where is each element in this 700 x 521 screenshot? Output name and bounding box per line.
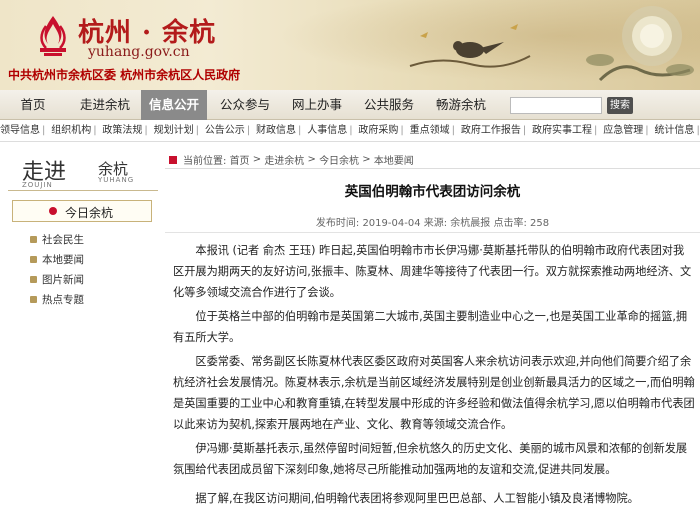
subnav-separator: | (522, 125, 527, 136)
article-paragraph: 本报讯 (记者 俞杰 王珏) 昨日起,英国伯明翰市市长伊冯娜·莫斯基托带队的伯明… (173, 244, 692, 299)
article-area: 当前位置: 首页 > 走进余杭 > 今日余杭 > 本地要闻 英国伯明翰市代表团访… (165, 148, 700, 521)
subnav-separator: | (349, 125, 353, 136)
sidebar-item-photo-news[interactable]: 图片新闻 (30, 270, 84, 290)
breadcrumb-separator: > (304, 154, 320, 165)
sidebar-title-en: ZOUJIN (22, 181, 53, 189)
breadcrumb-divider (165, 168, 700, 169)
nav-public-services[interactable]: 公共服务 (356, 90, 422, 120)
peony-illustration-icon (586, 6, 694, 82)
search-input[interactable] (510, 97, 602, 114)
breadcrumb-item[interactable]: 本地要闻 (374, 156, 414, 167)
sidebar-item-social-livelihood[interactable]: 社会民生 (30, 230, 84, 250)
site-logo-icon[interactable] (34, 14, 72, 58)
breadcrumb-separator: > (249, 154, 265, 165)
subnav-separator: | (594, 125, 598, 136)
nav-info-disclosure[interactable]: 信息公开 (141, 90, 207, 120)
flag-icon (169, 155, 177, 164)
subnav-item[interactable]: 人事信息 (307, 120, 347, 141)
search-button[interactable]: 搜索 (607, 97, 633, 114)
nav-public-participation[interactable]: 公众参与 (212, 90, 278, 120)
sidebar-item-hot-topics[interactable]: 热点专题 (30, 290, 84, 310)
subnav-item[interactable]: 重点领域 (410, 120, 450, 141)
subnav-separator: | (451, 125, 455, 136)
breadcrumb-item[interactable]: 走进余杭 (264, 156, 304, 167)
sidebar-divider (8, 190, 158, 191)
nav-zoujin-yuhang[interactable]: 走进余杭 (70, 90, 140, 120)
meta-divider (165, 232, 700, 233)
breadcrumb-item[interactable]: 首页 (230, 156, 250, 167)
article-meta: 发布时间: 2019-04-04 来源: 余杭晨报 点击率: 258 (315, 218, 550, 229)
article-paragraph: 位于英格兰中部的伯明翰市是英国第二大城市,英国主要制造业中心之一,也是英国工业革… (173, 310, 688, 344)
subnav-separator: | (246, 125, 251, 136)
sidebar-item-local-news[interactable]: 本地要闻 (30, 250, 84, 270)
article-title: 英国伯明翰市代表团访问余杭 (344, 184, 521, 200)
subnav-item[interactable]: 财政信息 (256, 120, 296, 141)
article-paragraph: 据了解,在我区访问期间,伯明翰代表团将参观阿里巴巴总部、人工智能小镇及良渚博物院… (195, 492, 639, 505)
nav-home[interactable]: 首页 (8, 90, 58, 120)
breadcrumb-item[interactable]: 今日余杭 (319, 156, 359, 167)
subnav-separator: | (93, 125, 97, 136)
sidebar-subtitle-en: YUHANG (98, 176, 135, 184)
subnav-separator: | (400, 125, 404, 136)
article-paragraph: 区委常委、常务副区长陈夏林代表区委区政府对英国客人来余杭访问表示欢迎,并向他们简… (173, 355, 695, 431)
subnav-item[interactable]: 领导信息 (0, 120, 40, 141)
article-paragraph: 伊冯娜·莫斯基托表示,虽然停留时间短暂,但余杭悠久的历史文化、美丽的城市风景和浓… (173, 442, 688, 476)
subnav-item[interactable]: 应急管理 (603, 120, 643, 141)
subnav-separator: | (696, 125, 700, 136)
bullet-icon (49, 207, 57, 215)
sub-navigation: 领导信息 | 组织机构 | 政策法规 | 规划计划 | 公告公示 | 财政信息 | 人事信息… (0, 120, 700, 142)
subnav-item[interactable]: 政府工作报告 (461, 120, 521, 141)
sidebar-item-today-yuhang[interactable]: 今日余杭 (12, 200, 152, 222)
subnav-separator: | (195, 125, 199, 136)
breadcrumb-prefix: 当前位置: (183, 156, 227, 167)
government-line: 中共杭州市余杭区委 杭州市余杭区人民政府 (8, 68, 241, 82)
sidebar-item-label: 今日余杭 (65, 206, 114, 220)
subnav-item[interactable]: 政策法规 (102, 120, 142, 141)
sidebar-list: 社会民生 本地要闻 图片新闻 热点专题 (30, 230, 84, 310)
subnav-separator: | (645, 125, 649, 136)
breadcrumb: 当前位置: 首页 > 走进余杭 > 今日余杭 > 本地要闻 (165, 152, 700, 168)
breadcrumb-separator: > (359, 154, 374, 165)
bird-illustration-icon (409, 24, 531, 68)
sidebar: 走进 余杭 ZOUJIN YUHANG 今日余杭 社会民生 本地要闻 图片新闻 … (0, 148, 160, 521)
site-banner: 杭州 · 余杭 yuhang.gov.cn 中共杭州市余杭区委 杭州市余杭区人民… (0, 0, 700, 90)
nav-online-services[interactable]: 网上办事 (284, 90, 350, 120)
subnav-item[interactable]: 组织机构 (51, 120, 91, 141)
subnav-item[interactable]: 政府实事工程 (532, 120, 592, 141)
nav-tour-yuhang[interactable]: 畅游余杭 (428, 90, 494, 120)
subnav-separator: | (42, 125, 46, 136)
subnav-separator: | (298, 125, 302, 136)
subnav-separator: | (144, 125, 148, 136)
sidebar-header: 走进 余杭 ZOUJIN YUHANG (0, 148, 160, 189)
subnav-item[interactable]: 政府采购 (358, 120, 398, 141)
subnav-item[interactable]: 统计信息 (654, 120, 694, 141)
logo-url: yuhang.gov.cn (88, 44, 190, 60)
subnav-item[interactable]: 规划计划 (154, 120, 194, 141)
subnav-item[interactable]: 公告公示 (205, 120, 245, 141)
